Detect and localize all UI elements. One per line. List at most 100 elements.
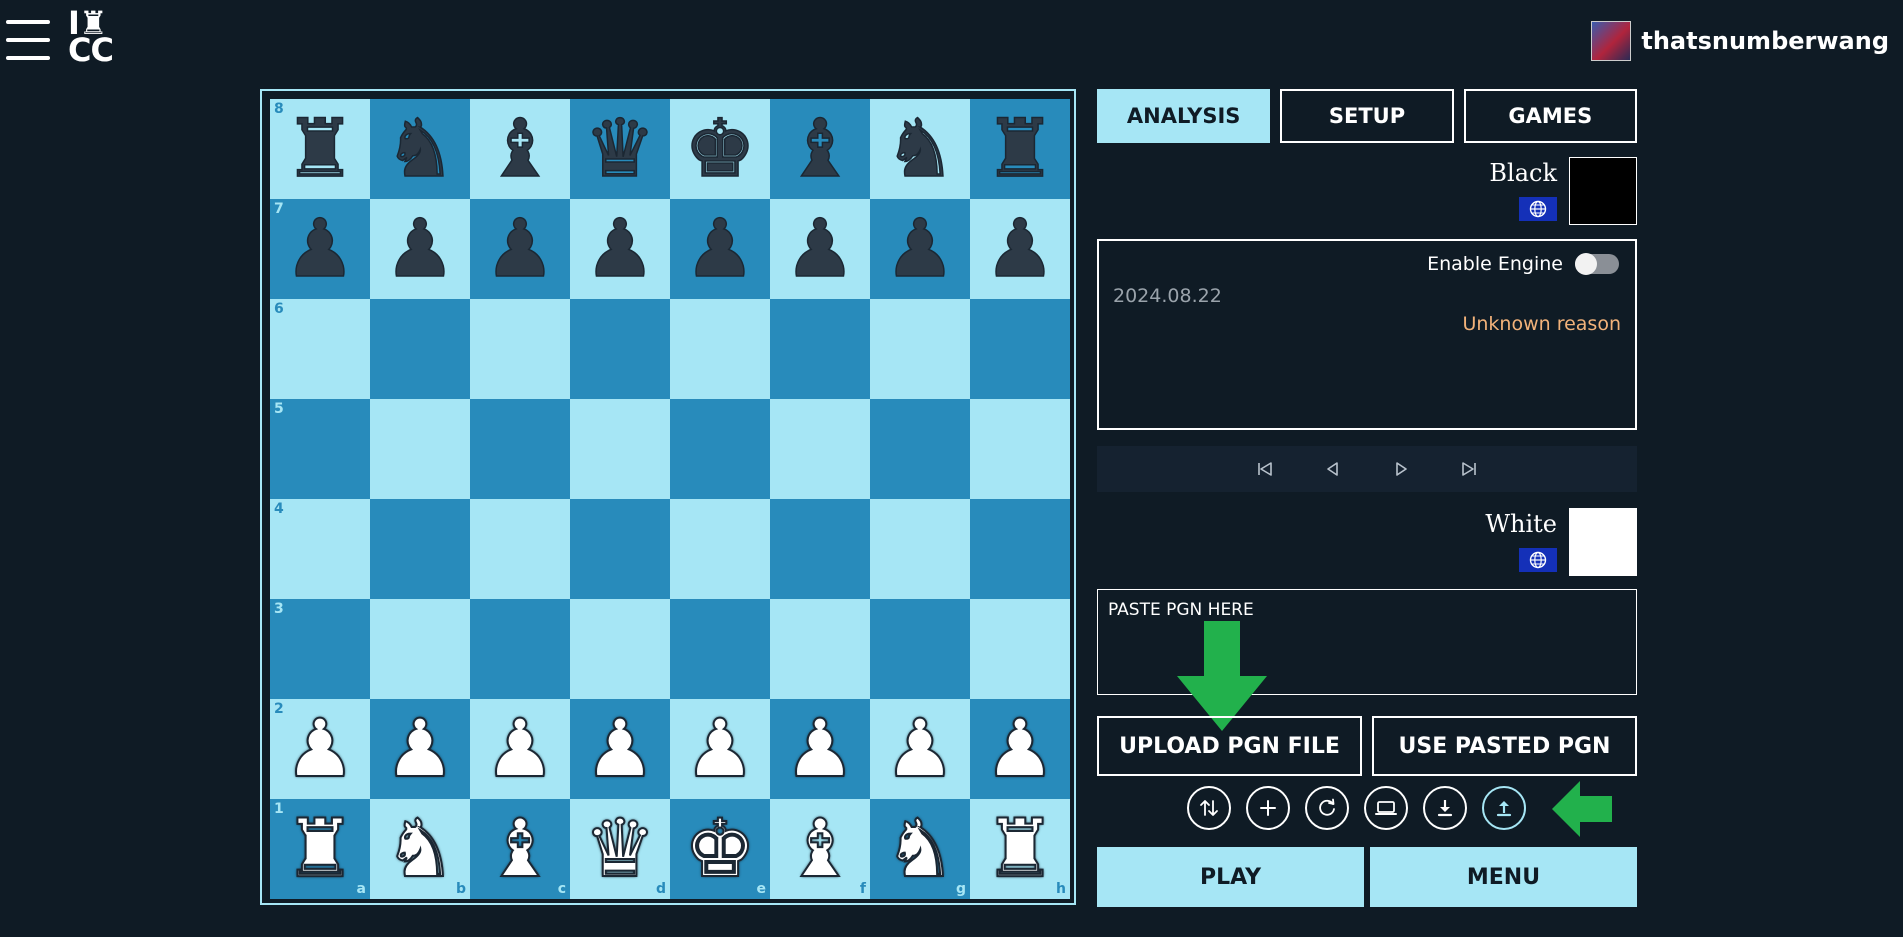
white-pawn-icon[interactable]: ♟ [883, 708, 957, 790]
square-f7[interactable]: ♟ [770, 199, 870, 299]
download-icon[interactable] [1423, 786, 1467, 830]
square-a6[interactable]: 6 [270, 299, 370, 399]
square-h4[interactable] [970, 499, 1070, 599]
square-c3[interactable] [470, 599, 570, 699]
square-b3[interactable] [370, 599, 470, 699]
white-queen-icon[interactable]: ♛ [583, 808, 657, 890]
square-b6[interactable] [370, 299, 470, 399]
square-h5[interactable] [970, 399, 1070, 499]
chess-board[interactable]: 8 ♜ ♞ ♝ ♛ ♚ ♝ ♞ ♜ 7 ♟ ♟ ♟ ♟ ♟ ♟ ♟ ♟ 6 5 4 3 2 ♟ ♟ ♟ ♟ ♟ ♟ ♟ ♟ 1 a ♜ b ♞ c ♝ d ♛… [270, 99, 1070, 899]
square-g4[interactable] [870, 499, 970, 599]
white-pawn-icon[interactable]: ♟ [983, 708, 1057, 790]
black-knight-icon[interactable]: ♞ [383, 108, 456, 190]
black-pawn-icon[interactable]: ♟ [283, 208, 356, 290]
white-pawn-icon[interactable]: ♟ [683, 708, 757, 790]
white-rook-icon[interactable]: ♜ [983, 808, 1057, 890]
square-a8[interactable]: 8 ♜ [270, 99, 370, 199]
white-knight-icon[interactable]: ♞ [883, 808, 957, 890]
avatar[interactable] [1591, 21, 1632, 61]
first-move-icon[interactable] [1252, 456, 1278, 482]
black-pawn-icon[interactable]: ♟ [583, 208, 656, 290]
square-b8[interactable]: ♞ [370, 99, 470, 199]
square-h8[interactable]: ♜ [970, 99, 1070, 199]
square-e8[interactable]: ♚ [670, 99, 770, 199]
square-a2[interactable]: 2 ♟ [270, 699, 370, 799]
black-rook-icon[interactable]: ♜ [283, 108, 356, 190]
black-pawn-icon[interactable]: ♟ [483, 208, 556, 290]
square-d1[interactable]: d ♛ [570, 799, 670, 899]
square-c5[interactable] [470, 399, 570, 499]
white-knight-icon[interactable]: ♞ [383, 808, 457, 890]
flip-board-icon[interactable] [1187, 786, 1231, 830]
square-c4[interactable] [470, 499, 570, 599]
use-pasted-pgn-button[interactable]: USE PASTED PGN [1372, 716, 1637, 776]
user-profile[interactable]: thatsnumberwang [1591, 21, 1889, 61]
square-a3[interactable]: 3 [270, 599, 370, 699]
square-h6[interactable] [970, 299, 1070, 399]
square-c8[interactable]: ♝ [470, 99, 570, 199]
tab-analysis[interactable]: ANALYSIS [1097, 89, 1271, 143]
square-g2[interactable]: ♟ [870, 699, 970, 799]
square-e4[interactable] [670, 499, 770, 599]
square-d3[interactable] [570, 599, 670, 699]
square-f5[interactable] [770, 399, 870, 499]
add-icon[interactable] [1246, 786, 1290, 830]
square-h7[interactable]: ♟ [970, 199, 1070, 299]
reset-icon[interactable] [1305, 786, 1349, 830]
square-c7[interactable]: ♟ [470, 199, 570, 299]
square-b5[interactable] [370, 399, 470, 499]
square-a5[interactable]: 5 [270, 399, 370, 499]
white-pawn-icon[interactable]: ♟ [583, 708, 657, 790]
square-d2[interactable]: ♟ [570, 699, 670, 799]
square-g5[interactable] [870, 399, 970, 499]
white-pawn-icon[interactable]: ♟ [283, 708, 357, 790]
square-f1[interactable]: f ♝ [770, 799, 870, 899]
logo[interactable]: I♜ CC [68, 7, 128, 70]
black-pawn-icon[interactable]: ♟ [783, 208, 856, 290]
square-h2[interactable]: ♟ [970, 699, 1070, 799]
square-h3[interactable] [970, 599, 1070, 699]
square-e2[interactable]: ♟ [670, 699, 770, 799]
black-pawn-icon[interactable]: ♟ [383, 208, 456, 290]
square-c2[interactable]: ♟ [470, 699, 570, 799]
engine-toggle[interactable] [1575, 253, 1619, 275]
black-pawn-icon[interactable]: ♟ [883, 208, 956, 290]
square-a1[interactable]: 1 a ♜ [270, 799, 370, 899]
square-g7[interactable]: ♟ [870, 199, 970, 299]
square-f2[interactable]: ♟ [770, 699, 870, 799]
upload-pgn-button[interactable]: UPLOAD PGN FILE [1097, 716, 1362, 776]
white-bishop-icon[interactable]: ♝ [783, 808, 857, 890]
last-move-icon[interactable] [1456, 456, 1482, 482]
play-button[interactable]: PLAY [1097, 847, 1364, 907]
square-e3[interactable] [670, 599, 770, 699]
menu-button[interactable]: MENU [1370, 847, 1637, 907]
square-e1[interactable]: e ♚ [670, 799, 770, 899]
square-b1[interactable]: b ♞ [370, 799, 470, 899]
computer-icon[interactable] [1364, 786, 1408, 830]
black-bishop-icon[interactable]: ♝ [483, 108, 556, 190]
square-d6[interactable] [570, 299, 670, 399]
white-pawn-icon[interactable]: ♟ [383, 708, 457, 790]
square-d5[interactable] [570, 399, 670, 499]
square-e7[interactable]: ♟ [670, 199, 770, 299]
square-c6[interactable] [470, 299, 570, 399]
black-pawn-icon[interactable]: ♟ [683, 208, 756, 290]
black-knight-icon[interactable]: ♞ [883, 108, 956, 190]
square-d4[interactable] [570, 499, 670, 599]
next-move-icon[interactable] [1388, 456, 1414, 482]
square-g1[interactable]: g ♞ [870, 799, 970, 899]
square-b7[interactable]: ♟ [370, 199, 470, 299]
tab-games[interactable]: GAMES [1463, 89, 1637, 143]
white-pawn-icon[interactable]: ♟ [783, 708, 857, 790]
menu-icon[interactable] [6, 20, 50, 60]
square-f8[interactable]: ♝ [770, 99, 870, 199]
square-f4[interactable] [770, 499, 870, 599]
square-d7[interactable]: ♟ [570, 199, 670, 299]
white-bishop-icon[interactable]: ♝ [483, 808, 557, 890]
square-a4[interactable]: 4 [270, 499, 370, 599]
square-g8[interactable]: ♞ [870, 99, 970, 199]
square-h1[interactable]: h ♜ [970, 799, 1070, 899]
square-d8[interactable]: ♛ [570, 99, 670, 199]
black-bishop-icon[interactable]: ♝ [783, 108, 856, 190]
square-e6[interactable] [670, 299, 770, 399]
